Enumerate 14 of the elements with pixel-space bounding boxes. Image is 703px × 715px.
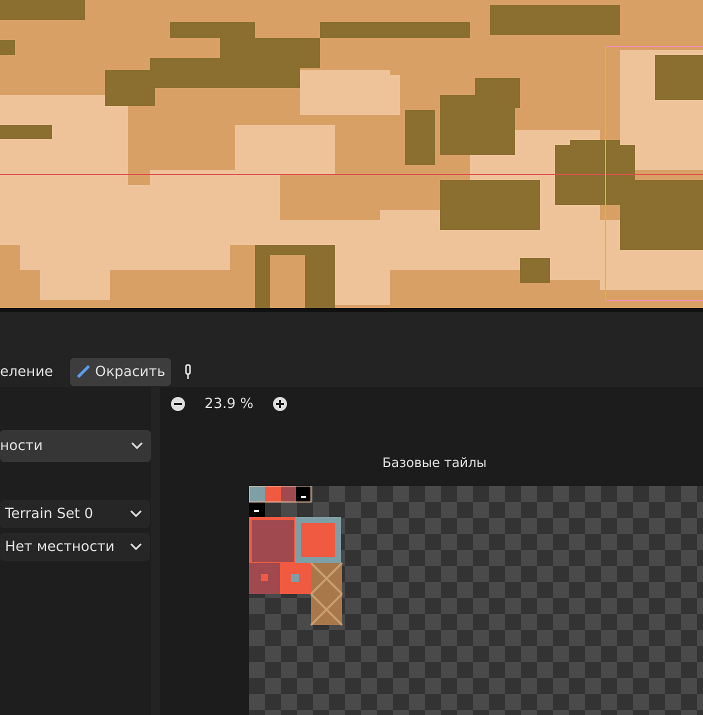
- zoom-in-icon[interactable]: [273, 397, 287, 411]
- chevron-down-icon: [131, 442, 143, 450]
- atlas-title: Базовые тайлы: [381, 455, 488, 473]
- terrain-dropdown[interactable]: Нет местности: [0, 533, 150, 561]
- terrain-set-dropdown[interactable]: Terrain Set 0: [0, 500, 150, 528]
- zoom-out-icon[interactable]: [171, 397, 185, 411]
- chevron-down-icon: [130, 510, 142, 518]
- brush-icon: [76, 365, 90, 379]
- zoom-level: 23.9 %: [204, 394, 254, 414]
- eyedropper-icon: [184, 364, 192, 380]
- select-tool-button[interactable]: еление: [0, 358, 60, 386]
- paint-tool-button[interactable]: Окрасить: [70, 358, 172, 386]
- chevron-down-icon: [130, 543, 142, 551]
- mode-dropdown[interactable]: ности: [0, 430, 151, 462]
